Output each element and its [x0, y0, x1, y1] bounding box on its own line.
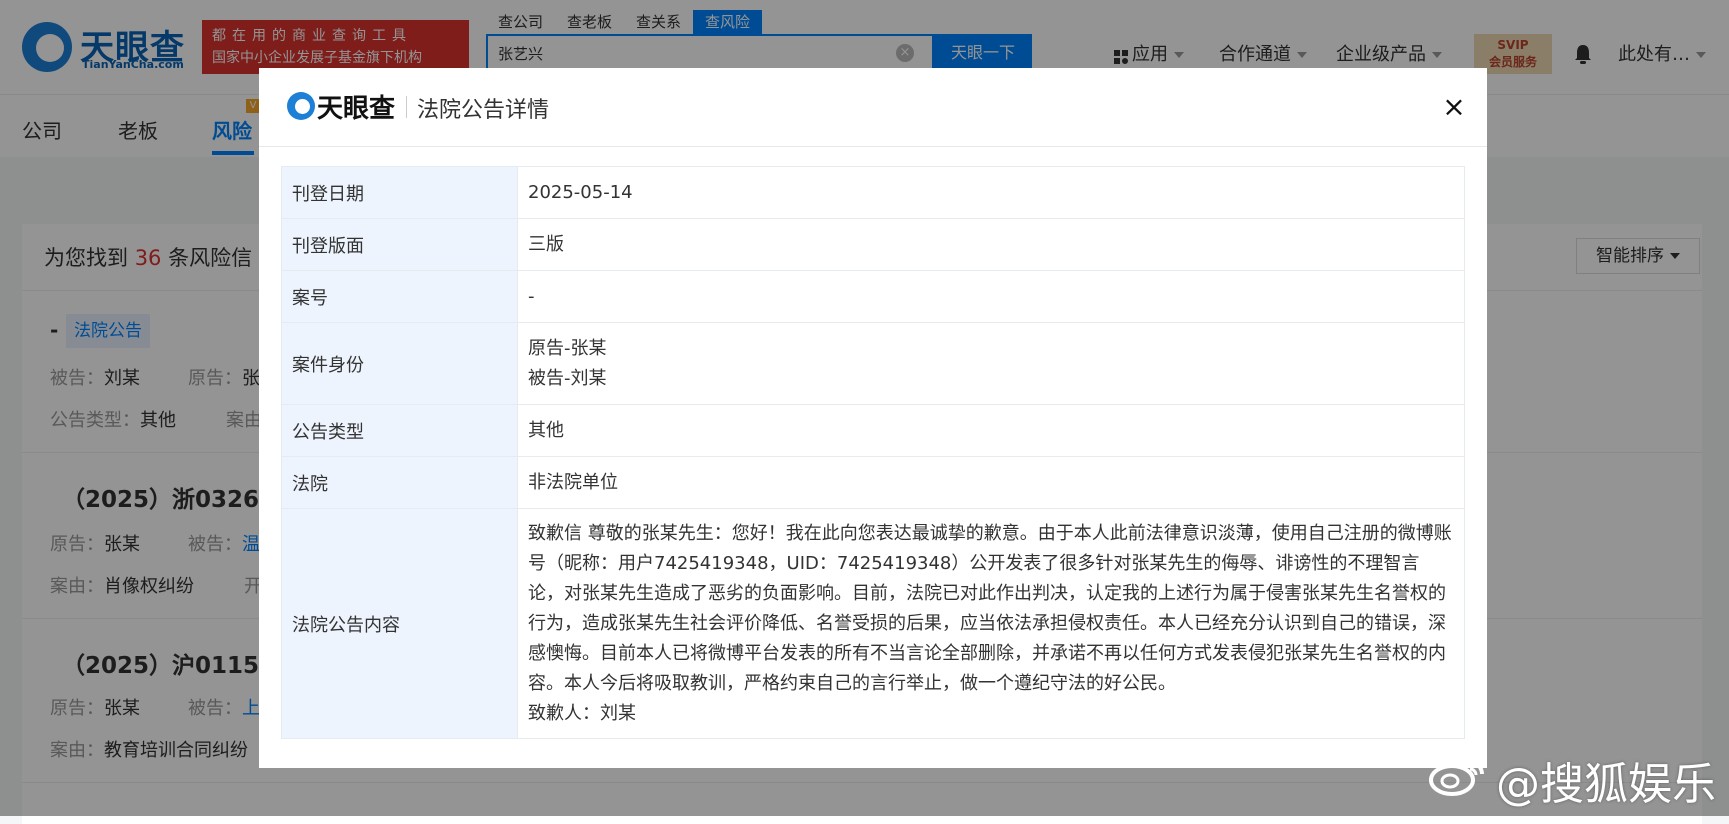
- table-row: 法院公告内容 致歉信 尊敬的张某先生：您好！我在此向您表达最诚挚的歉意。由于本人…: [281, 508, 1465, 739]
- court-notice-modal: 天眼查 法院公告详情 × 刊登日期 2025-05-14 刊登版面 三版 案号 …: [259, 68, 1487, 768]
- close-icon[interactable]: ×: [1439, 92, 1469, 122]
- row-label: 法院: [281, 456, 518, 509]
- row-value: -: [517, 270, 1465, 323]
- watermark-text: @搜狐娱乐: [1496, 759, 1716, 810]
- row-label: 刊登版面: [281, 218, 518, 271]
- table-row: 公告类型 其他: [281, 404, 1465, 457]
- row-value: 三版: [517, 218, 1465, 271]
- row-value: 非法院单位: [517, 456, 1465, 509]
- row-label: 刊登日期: [281, 166, 518, 219]
- row-value: 原告-张某 被告-刘某: [517, 322, 1465, 405]
- modal-header: 天眼查 法院公告详情 ×: [259, 68, 1487, 147]
- header-divider: [406, 96, 407, 118]
- table-row: 案件身份 原告-张某 被告-刘某: [281, 322, 1465, 405]
- row-value: 其他: [517, 404, 1465, 457]
- row-label: 公告类型: [281, 404, 518, 457]
- table-row: 案号 -: [281, 270, 1465, 323]
- identity-plaintiff: 原告-张某: [528, 337, 607, 359]
- weibo-icon: [1428, 756, 1488, 796]
- identity-defendant: 被告-刘某: [528, 367, 607, 389]
- row-label: 法院公告内容: [281, 508, 518, 739]
- row-value: 致歉信 尊敬的张某先生：您好！我在此向您表达最诚挚的歉意。由于本人此前法律意识淡…: [517, 508, 1465, 739]
- table-row: 法院 非法院单位: [281, 456, 1465, 509]
- modal-logo-text: 天眼查: [317, 94, 396, 124]
- table-row: 刊登日期 2025-05-14: [281, 166, 1465, 219]
- notice-detail-table: 刊登日期 2025-05-14 刊登版面 三版 案号 - 案件身份 原告-张某 …: [281, 166, 1465, 739]
- table-row: 刊登版面 三版: [281, 218, 1465, 271]
- row-value: 2025-05-14: [517, 166, 1465, 219]
- logo-eye-icon: [287, 92, 315, 120]
- modal-title: 法院公告详情: [417, 98, 550, 123]
- row-label: 案号: [281, 270, 518, 323]
- notice-signature: 致歉人：刘某: [528, 702, 636, 724]
- row-label: 案件身份: [281, 322, 518, 405]
- notice-content: 致歉信 尊敬的张某先生：您好！我在此向您表达最诚挚的歉意。由于本人此前法律意识淡…: [528, 522, 1452, 694]
